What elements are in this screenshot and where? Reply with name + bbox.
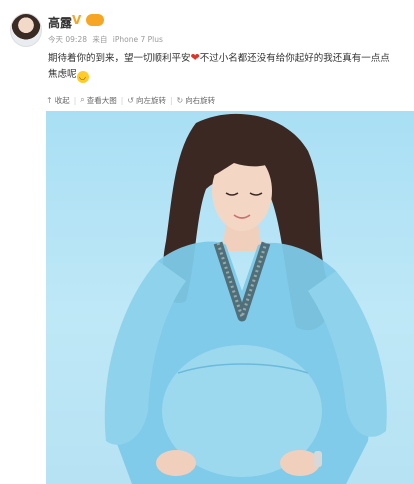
toolbar-divider: | <box>120 95 124 105</box>
post-time[interactable]: 今天 09:28 <box>48 35 87 44</box>
collapse-label: 收起 <box>54 95 70 105</box>
vip-badge-icon <box>86 14 104 26</box>
rotate-left-button[interactable]: ↺ 向左旋转 <box>127 95 166 106</box>
post-text-line-2: 焦虑呢 ◡ <box>48 67 414 83</box>
arrow-up-icon: ↑ <box>46 95 53 105</box>
weibo-post: 高露 V 今天 09:28 来自 iPhone 7 Plus 期待着你的到来，望… <box>0 0 414 484</box>
post-source[interactable]: iPhone 7 Plus <box>113 35 163 44</box>
avatar[interactable] <box>10 13 42 47</box>
post-text-segment-2: 不过小名都还没有给你起好的我还真有一点点 <box>199 53 390 64</box>
rotate-left-label: 向左旋转 <box>135 95 166 105</box>
rotate-right-button[interactable]: ↻ 向右旋转 <box>176 95 215 106</box>
red-heart-icon: ❤ <box>190 51 200 64</box>
rotate-right-label: 向右旋转 <box>185 95 216 105</box>
collapse-button[interactable]: ↑ 收起 <box>46 95 70 106</box>
hand-left <box>156 450 196 476</box>
view-large-button[interactable]: ⌕ 查看大图 <box>80 95 116 106</box>
post-text-segment-1: 期待着你的到来，望一切顺利平安 <box>48 53 191 64</box>
rotate-left-icon: ↺ <box>127 95 134 105</box>
post-text-line-1: 期待着你的到来，望一切顺利平安❤不过小名都还没有给你起好的我还真有一点点 <box>48 50 414 67</box>
smile-emoji-icon: ◡ <box>76 71 89 83</box>
username[interactable]: 高露 <box>48 14 72 31</box>
image-toolbar: ↑ 收起 | ⌕ 查看大图 | ↺ 向左旋转 | ↻ 向右旋转 <box>46 92 215 108</box>
post-text: 期待着你的到来，望一切顺利平安❤不过小名都还没有给你起好的我还真有一点点 焦虑呢… <box>48 50 414 84</box>
toolbar-divider: | <box>73 95 77 105</box>
maternity-photo-illustration <box>104 113 387 484</box>
toolbar-divider: | <box>169 95 173 105</box>
rotate-right-icon: ↻ <box>176 95 184 105</box>
verified-badge-icon: V <box>72 13 82 27</box>
post-meta: 今天 09:28 来自 iPhone 7 Plus <box>48 34 166 45</box>
magnifier-icon: ⌕ <box>80 95 85 104</box>
post-text-segment-3: 焦虑呢 <box>48 69 77 80</box>
bracelet <box>314 451 322 467</box>
view-large-label: 查看大图 <box>86 95 117 105</box>
post-source-prefix: 来自 <box>92 35 108 44</box>
post-photo[interactable] <box>46 111 414 484</box>
